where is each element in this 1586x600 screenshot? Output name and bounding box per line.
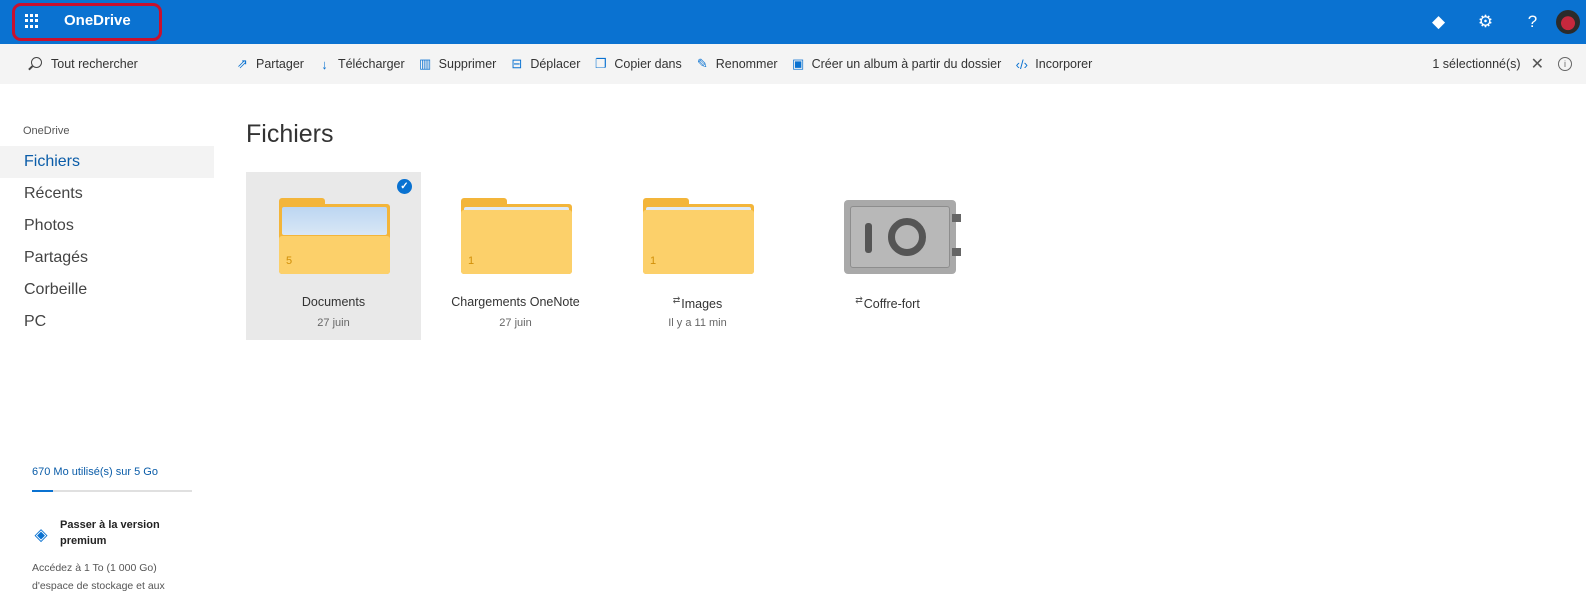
folder-tile-images[interactable]: 1 ⇄Images Il y a 11 min xyxy=(610,172,785,340)
rename-button[interactable]: ✎ Renommer xyxy=(696,56,778,72)
shared-icon: ⇄ xyxy=(855,295,863,305)
move-button[interactable]: ⊟ Déplacer xyxy=(510,56,580,72)
sidebar-item-photos[interactable]: Photos xyxy=(0,210,214,242)
sidebar-item-pc[interactable]: PC xyxy=(0,306,214,338)
create-album-button[interactable]: ▣ Créer un album à partir du dossier xyxy=(791,56,1001,72)
share-icon: ⇗ xyxy=(237,56,248,71)
command-items: ⇗ Partager ↓ Télécharger ▥ Supprimer ⊟ Dépla… xyxy=(236,44,1106,84)
download-icon: ↓ xyxy=(321,56,328,72)
command-bar: Tout rechercher ⇗ Partager ↓ Télécharger ▥… xyxy=(0,44,1586,84)
embed-icon: ‹/› xyxy=(1015,56,1028,72)
avatar[interactable] xyxy=(1556,10,1580,34)
folder-name[interactable]: Chargements OneNote xyxy=(428,295,603,309)
folder-tile-documents[interactable]: ✓ 5 Documents 27 juin xyxy=(246,172,421,340)
header-actions: ◆ ⚙ ? xyxy=(1415,0,1586,44)
folder-date: 27 juin xyxy=(317,317,350,329)
share-button[interactable]: ⇗ Partager xyxy=(236,56,304,72)
selection-status: 1 sélectionné(s) ✕ i xyxy=(1432,44,1572,84)
sidebar: OneDrive Fichiers Récents Photos Partagé… xyxy=(0,84,214,600)
sidebar-nav: Fichiers Récents Photos Partagés Corbeil… xyxy=(0,146,214,338)
info-icon[interactable]: i xyxy=(1558,57,1572,71)
search-icon xyxy=(31,57,42,68)
thumbnail-preview xyxy=(282,207,387,235)
top-bar: OneDrive ◆ ⚙ ? xyxy=(0,0,1586,44)
diamond-icon[interactable]: ◆ xyxy=(1415,0,1462,44)
storage-usage-link[interactable]: 670 Mo utilisé(s) sur 5 Go xyxy=(32,466,158,478)
folder-icon: 1 xyxy=(643,198,754,274)
search-input[interactable]: Tout rechercher xyxy=(51,57,138,71)
shared-icon: ⇄ xyxy=(672,295,681,305)
folder-date: 27 juin xyxy=(499,317,532,329)
item-count: 1 xyxy=(650,255,657,267)
vault-safe-icon xyxy=(844,200,961,274)
premium-description: Accédez à 1 To (1 000 Go) d'espace de st… xyxy=(32,562,165,592)
storage-progress-fill xyxy=(32,490,53,492)
folder-icon: 5 xyxy=(279,198,390,274)
folder-icon: 1 xyxy=(461,198,572,274)
help-icon[interactable]: ? xyxy=(1509,0,1556,44)
app-title[interactable]: OneDrive xyxy=(64,12,131,29)
folder-name: Images xyxy=(681,297,723,312)
album-icon: ▣ xyxy=(791,56,805,71)
sidebar-item-recycle-bin[interactable]: Corbeille xyxy=(0,274,214,306)
close-icon[interactable]: ✕ xyxy=(1531,54,1544,74)
sidebar-item-files[interactable]: Fichiers xyxy=(0,146,214,178)
selection-count: 1 sélectionné(s) xyxy=(1432,57,1521,71)
settings-gear-icon[interactable]: ⚙ xyxy=(1462,0,1509,44)
copy-icon: ❐ xyxy=(595,56,607,71)
download-button[interactable]: ↓ Télécharger xyxy=(318,56,404,72)
folder-tile-vault[interactable]: ⇄Coffre-fort xyxy=(792,172,967,340)
app-launcher-icon[interactable] xyxy=(25,14,39,28)
move-icon: ⊟ xyxy=(511,56,523,71)
sidebar-item-recent[interactable]: Récents xyxy=(0,178,214,210)
copy-button[interactable]: ❐ Copier dans xyxy=(594,56,682,72)
delete-button[interactable]: ▥ Supprimer xyxy=(419,56,496,72)
folder-name: Coffre-fort xyxy=(863,297,920,312)
folder-tile-onenote[interactable]: 1 Chargements OneNote 27 juin xyxy=(428,172,603,340)
storage-progress-bar xyxy=(32,490,192,492)
folder-date: Il y a 11 min xyxy=(668,317,727,329)
folder-name-row[interactable]: ⇄Images xyxy=(610,295,785,311)
checkmark-icon[interactable]: ✓ xyxy=(397,179,412,194)
pencil-icon: ✎ xyxy=(696,56,708,71)
sidebar-item-shared[interactable]: Partagés xyxy=(0,242,214,274)
diamond-icon: ◈ xyxy=(34,525,48,544)
premium-upgrade-link[interactable]: Passer à la version premium xyxy=(60,517,180,549)
embed-button[interactable]: ‹/› Incorporer xyxy=(1015,56,1093,72)
folder-name[interactable]: Documents xyxy=(246,295,421,309)
item-count: 1 xyxy=(468,255,475,267)
folder-name-row[interactable]: ⇄Coffre-fort xyxy=(800,295,975,311)
item-count: 5 xyxy=(286,255,293,267)
page-title: Fichiers xyxy=(246,120,334,148)
sidebar-section-title: OneDrive xyxy=(23,125,70,137)
trash-icon: ▥ xyxy=(419,56,432,71)
search-box[interactable]: Tout rechercher xyxy=(0,44,214,84)
